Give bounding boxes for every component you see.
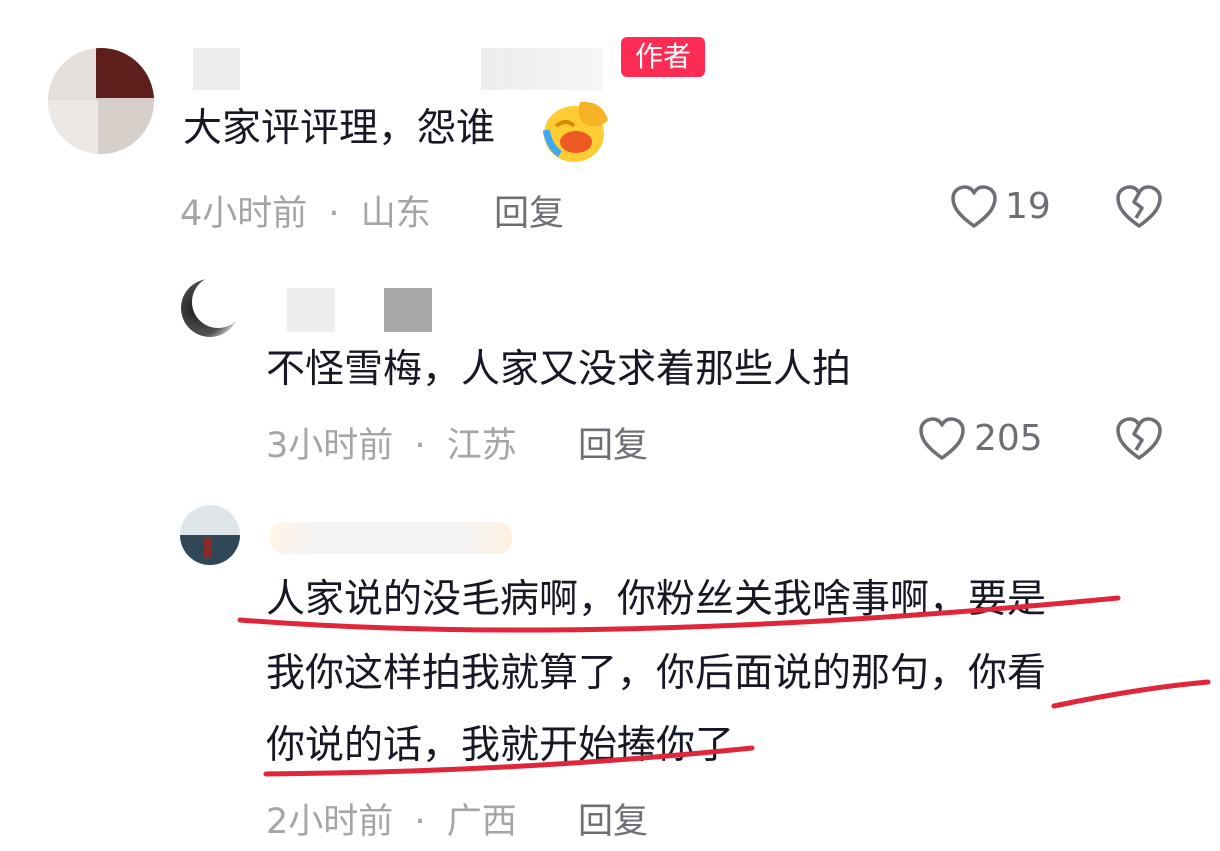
meta-separator: · (414, 802, 426, 842)
reply-button[interactable]: 回复 (578, 793, 648, 844)
red-underline-annotation (237, 595, 1211, 777)
comment-time: 2小时前 (266, 802, 394, 842)
comment-location: 广西 (446, 802, 517, 842)
comment-meta: 2小时前 · 广西 (266, 793, 517, 844)
